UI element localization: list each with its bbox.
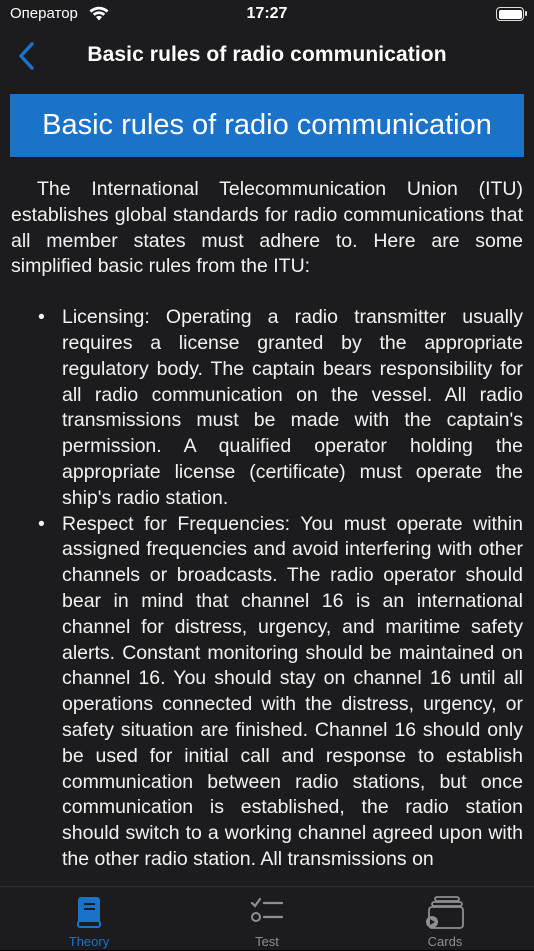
- clock: 17:27: [246, 5, 288, 22]
- tab-test[interactable]: Test: [178, 887, 356, 951]
- cards-stack-icon: [426, 896, 464, 929]
- article-header: Basic rules of radio communication: [10, 94, 524, 157]
- tab-label: Theory: [68, 934, 110, 949]
- navigation-bar: Basic rules of radio communication: [0, 30, 534, 82]
- bullet-glyph: •: [38, 512, 45, 535]
- battery-icon: [496, 7, 527, 21]
- article-body: The International Telecommunication Unio…: [11, 177, 523, 873]
- tab-theory[interactable]: Theory: [0, 887, 178, 951]
- tab-label: Cards: [427, 934, 463, 949]
- list-item: • Licensing: Operating a radio transmitt…: [11, 305, 523, 511]
- book-icon: [77, 897, 101, 928]
- rules-list: • Licensing: Operating a radio transmitt…: [11, 305, 523, 873]
- list-item: • Respect for Frequencies: You must oper…: [11, 512, 523, 873]
- nav-title: Basic rules of radio communication: [87, 43, 447, 66]
- tab-label: Test: [255, 934, 279, 949]
- checklist-icon: [250, 897, 284, 922]
- list-item-text: Licensing: Operating a radio transmitter…: [62, 306, 523, 509]
- tab-cards[interactable]: Cards: [356, 887, 534, 951]
- article-header-text: Basic rules of radio communication: [42, 109, 492, 141]
- list-item-text: Respect for Frequencies: You must operat…: [62, 512, 523, 870]
- article-scroll-view[interactable]: Basic rules of radio communication The I…: [0, 82, 534, 886]
- intro-paragraph: The International Telecommunication Unio…: [11, 178, 523, 278]
- bullet-glyph: •: [38, 306, 45, 329]
- tab-bar: Theory Test Cards: [0, 886, 534, 950]
- status-bar: Оператор 17:27: [0, 0, 534, 30]
